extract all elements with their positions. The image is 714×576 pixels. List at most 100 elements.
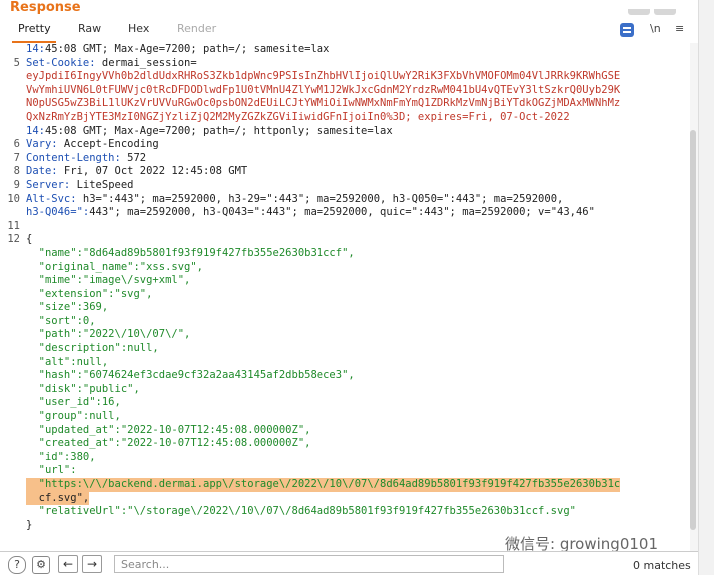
search-input[interactable]: Search... bbox=[114, 555, 504, 573]
code-text: "id":380, bbox=[26, 450, 96, 463]
code-text: "https:\/\/backend.dermai.app\/storage\/… bbox=[26, 478, 621, 492]
code-line: } bbox=[0, 519, 690, 533]
response-panel: Response Pretty Raw Hex Render \n ≡ 14:4… bbox=[0, 0, 714, 576]
code-text: Vary: Accept-Encoding bbox=[26, 138, 159, 151]
code-text: "size":369, bbox=[26, 301, 109, 314]
code-line: "original_name":"xss.svg", bbox=[0, 261, 690, 275]
code-line: 7 Content-Length: 572 bbox=[0, 152, 690, 166]
code-line: "extension":"svg", bbox=[0, 288, 690, 302]
code-text: "extension":"svg", bbox=[26, 287, 153, 300]
menu-icon[interactable]: ≡ bbox=[675, 22, 684, 35]
code-text: "mime":"image\/svg+xml", bbox=[26, 274, 191, 287]
code-text: Date: Fri, 07 Oct 2022 12:45:08 GMT bbox=[26, 165, 248, 178]
code-line: h3-Q046=":443"; ma=2592000, h3-Q043=":44… bbox=[0, 206, 690, 220]
code-text: N0pUSG5wZ3BiL1lUKzVrUVVuRGwOc0psbON2dEUi… bbox=[26, 97, 621, 110]
newline-toggle[interactable]: \n bbox=[650, 22, 661, 35]
tab-hex[interactable]: Hex bbox=[128, 22, 149, 35]
code-text: 14:45:08 GMT; Max-Age=7200; path=/; http… bbox=[26, 124, 393, 137]
code-line: 11 bbox=[0, 220, 690, 234]
code-line: "updated_at":"2022-10-07T12:45:08.000000… bbox=[0, 424, 690, 438]
code-text: "alt":null, bbox=[26, 355, 109, 368]
settings-gear-icon[interactable]: ⚙ bbox=[32, 556, 50, 574]
line-number: 7 bbox=[13, 151, 20, 164]
code-text: VwYmhiUVN6L0tFUWVjc0tRcDFDODlwdFp1U0tVMn… bbox=[26, 83, 621, 96]
code-text: Content-Length: 572 bbox=[26, 151, 147, 164]
line-number: 6 bbox=[13, 138, 20, 151]
code-line: "name":"8d64ad89b5801f93f919f427fb355e26… bbox=[0, 247, 690, 261]
code-text: "updated_at":"2022-10-07T12:45:08.000000… bbox=[26, 423, 311, 436]
code-text: "original_name":"xss.svg", bbox=[26, 260, 204, 273]
tab-render[interactable]: Render bbox=[177, 22, 216, 35]
code-text: "created_at":"2022-10-07T12:45:08.000000… bbox=[26, 437, 311, 450]
line-number: 9 bbox=[13, 178, 20, 191]
code-line: "group":null, bbox=[0, 410, 690, 424]
code-line: "path":"2022\/10\/07\/", bbox=[0, 328, 690, 342]
line-number: 12 bbox=[7, 233, 20, 246]
help-icon[interactable]: ? bbox=[8, 556, 26, 574]
code-text: "sort":0, bbox=[26, 314, 96, 327]
code-line: 12 { bbox=[0, 233, 690, 247]
code-text: } bbox=[26, 518, 33, 531]
code-text: "relativeUrl":"\/storage\/2022\/10\/07\/… bbox=[26, 505, 576, 518]
code-text: h3-Q046=":443"; ma=2592000, h3-Q043=":44… bbox=[26, 206, 595, 219]
code-line: cf.svg", bbox=[0, 491, 690, 506]
code-line: "alt":null, bbox=[0, 356, 690, 370]
code-line: "hash":"6074624ef3cdae9cf32a2aa43145af2d… bbox=[0, 369, 690, 383]
previous-match-button[interactable]: ← bbox=[58, 555, 78, 573]
code-line: eyJpdiI6IngyVVh0b2dldUdxRHRoS3Zkb1dpWnc9… bbox=[0, 70, 690, 84]
code-line: VwYmhiUVN6L0tFUWVjc0tRcDFDODlwdFp1U0tVMn… bbox=[0, 84, 690, 98]
code-text: "description":null, bbox=[26, 342, 159, 355]
line-number: 5 bbox=[13, 56, 20, 69]
code-line: "size":369, bbox=[0, 301, 690, 315]
code-line: N0pUSG5wZ3BiL1lUKzVrUVVuRGwOc0psbON2dEUi… bbox=[0, 97, 690, 111]
code-line: "mime":"image\/svg+xml", bbox=[0, 274, 690, 288]
panel-title: Response bbox=[10, 0, 81, 15]
code-line: "created_at":"2022-10-07T12:45:08.000000… bbox=[0, 437, 690, 451]
view-tabs: Pretty Raw Hex Render bbox=[0, 22, 692, 43]
code-text: Set-Cookie: dermai_session= bbox=[26, 56, 197, 69]
code-text: "name":"8d64ad89b5801f93f919f427fb355e26… bbox=[26, 246, 355, 259]
line-number: 11 bbox=[7, 219, 20, 232]
code-text: Server: LiteSpeed bbox=[26, 178, 134, 191]
code-line: "relativeUrl":"\/storage\/2022\/10\/07\/… bbox=[0, 505, 690, 519]
line-number: 8 bbox=[13, 165, 20, 178]
code-line: 14:45:08 GMT; Max-Age=7200; path=/; same… bbox=[0, 43, 690, 57]
code-text: cf.svg", bbox=[26, 491, 90, 506]
code-text: "url": bbox=[26, 464, 77, 477]
next-match-button[interactable]: → bbox=[82, 555, 102, 573]
code-line: QxNzRmYzBjYTE3MzI0NGZjYzliZjQ2M2MyZGZkZG… bbox=[0, 111, 690, 125]
code-text: "hash":"6074624ef3cdae9cf32a2aa43145af2d… bbox=[26, 369, 355, 382]
code-line: 10 Alt-Svc: h3=":443"; ma=2592000, h3-29=… bbox=[0, 193, 690, 207]
code-line: "description":null, bbox=[0, 342, 690, 356]
tab-pretty[interactable]: Pretty bbox=[18, 22, 51, 35]
pretty-print-toggle-icon[interactable] bbox=[620, 23, 634, 37]
code-text: "path":"2022\/10\/07\/", bbox=[26, 328, 191, 341]
code-text: "disk":"public", bbox=[26, 382, 140, 395]
code-line: 6 Vary: Accept-Encoding bbox=[0, 138, 690, 152]
code-line: "sort":0, bbox=[0, 315, 690, 329]
line-number: 10 bbox=[7, 192, 20, 205]
code-text: Alt-Svc: h3=":443"; ma=2592000, h3-29=":… bbox=[26, 192, 564, 205]
code-text: 14:45:08 GMT; Max-Age=7200; path=/; same… bbox=[26, 43, 330, 55]
code-text: QxNzRmYzBjYTE3MzI0NGZjYzliZjQ2M2MyZGZkZG… bbox=[26, 110, 570, 123]
scrollbar-thumb[interactable] bbox=[690, 130, 696, 530]
tab-raw[interactable]: Raw bbox=[78, 22, 101, 35]
code-line: 14:45:08 GMT; Max-Age=7200; path=/; http… bbox=[0, 125, 690, 139]
code-line: 8 Date: Fri, 07 Oct 2022 12:45:08 GMT bbox=[0, 165, 690, 179]
code-line: "https:\/\/backend.dermai.app\/storage\/… bbox=[0, 478, 690, 492]
code-line: "user_id":16, bbox=[0, 396, 690, 410]
code-line: "disk":"public", bbox=[0, 383, 690, 397]
search-bar: ? ⚙ ← → Search... 0 matches bbox=[0, 551, 698, 576]
code-line: "url": bbox=[0, 464, 690, 478]
match-count: 0 matches bbox=[633, 559, 691, 572]
code-line: 5 Set-Cookie: dermai_session= bbox=[0, 57, 690, 71]
response-body-editor[interactable]: 14:45:08 GMT; Max-Age=7200; path=/; same… bbox=[0, 43, 690, 551]
code-text: "user_id":16, bbox=[26, 396, 121, 409]
panel-layout-icons[interactable] bbox=[624, 0, 684, 15]
code-text: eyJpdiI6IngyVVh0b2dldUdxRHRoS3Zkb1dpWnc9… bbox=[26, 70, 621, 83]
inspector-sidebar[interactable] bbox=[698, 0, 714, 575]
code-line: 9 Server: LiteSpeed bbox=[0, 179, 690, 193]
code-line: "id":380, bbox=[0, 451, 690, 465]
code-text: { bbox=[26, 233, 33, 246]
code-text: "group":null, bbox=[26, 410, 121, 423]
